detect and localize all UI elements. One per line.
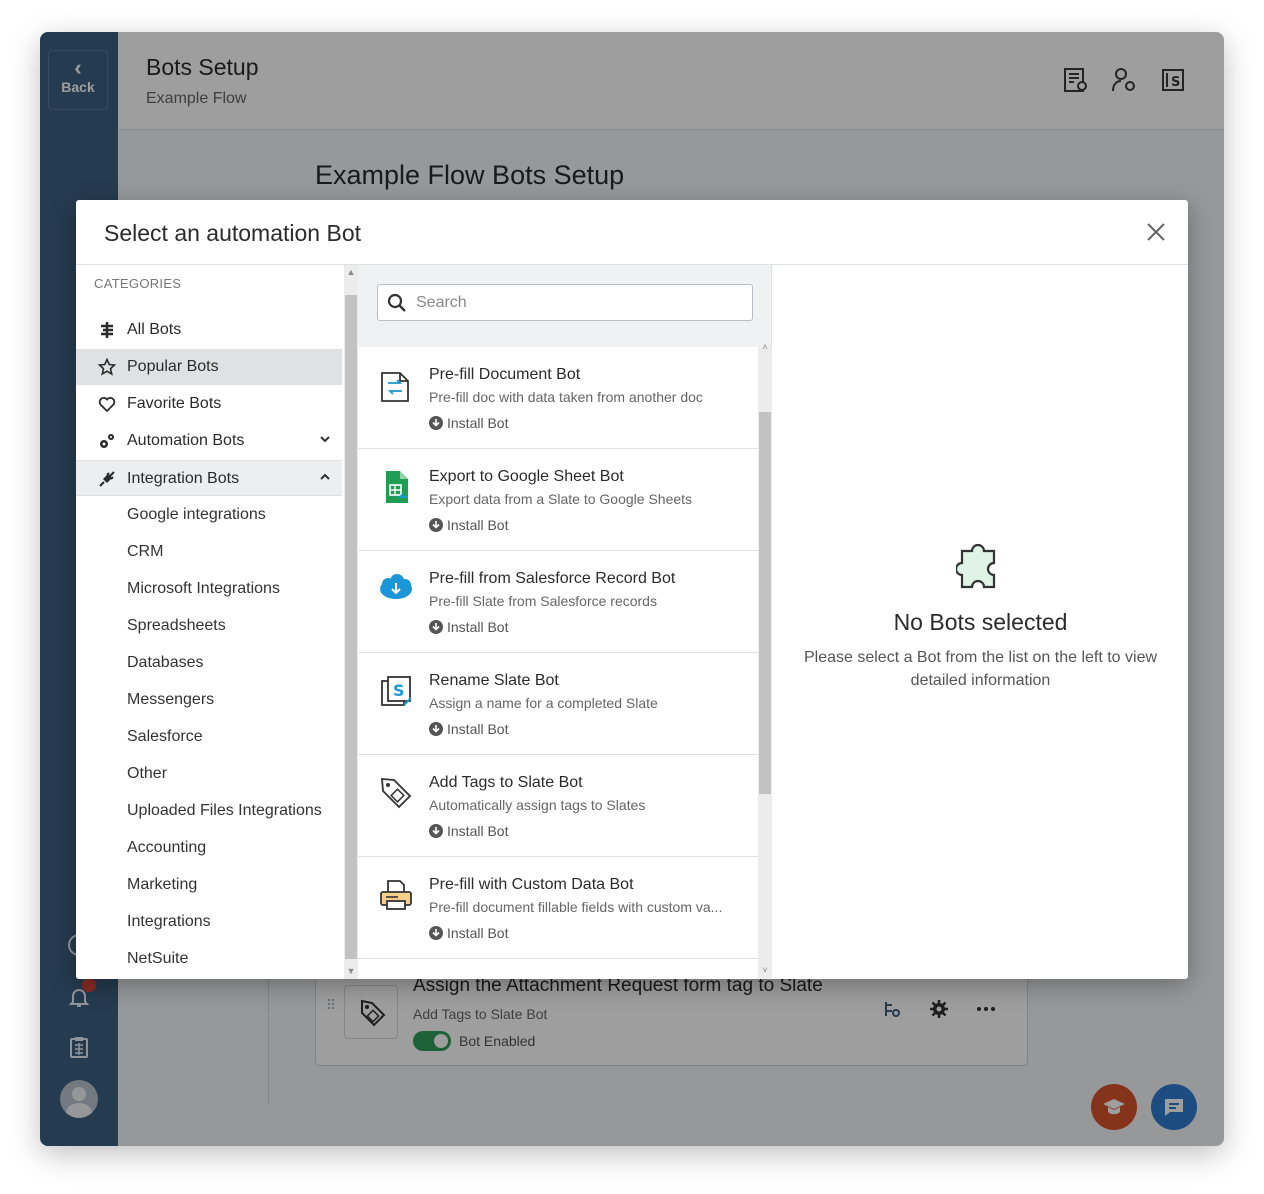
install-bot-button[interactable]: Install Bot (429, 721, 508, 737)
bot-list: Pre-fill Document Bot Pre-fill doc with … (358, 347, 758, 979)
category-all-bots[interactable]: All Bots (76, 312, 342, 348)
tag-icon (381, 778, 412, 809)
bot-title: Pre-fill from Salesforce Record Bot (429, 570, 676, 587)
heart-icon (98, 397, 116, 413)
download-icon (429, 722, 443, 736)
star-icon (98, 358, 116, 376)
install-bot-button[interactable]: Install Bot (429, 925, 508, 941)
rename-slate-icon: S (381, 676, 412, 706)
download-icon (429, 824, 443, 838)
bot-description: Automatically assign tags to Slates (429, 797, 646, 813)
select-bot-modal: Select an automation Bot CATEGORIES All … (76, 200, 1188, 979)
bot-item-rename-slate[interactable]: S Rename Slate Bot Assign a name for a c… (358, 653, 758, 755)
modal-title: Select an automation Bot (104, 220, 361, 246)
subcategory-salesforce[interactable]: Salesforce (127, 728, 203, 746)
bot-title: Export to Google Sheet Bot (429, 468, 624, 485)
salesforce-cloud-icon (380, 574, 412, 599)
bot-item-prefill-salesforce[interactable]: Pre-fill from Salesforce Record Bot Pre-… (358, 551, 758, 653)
subcategory-marketing[interactable]: Marketing (127, 876, 197, 894)
bot-item-add-tags[interactable]: Add Tags to Slate Bot Automatically assi… (358, 755, 758, 857)
close-icon[interactable] (1146, 222, 1166, 242)
bot-item-prefill-document[interactable]: Pre-fill Document Bot Pre-fill doc with … (358, 347, 758, 449)
subcategory-messengers[interactable]: Messengers (127, 691, 214, 709)
download-icon (429, 416, 443, 430)
category-automation-bots[interactable]: Automation Bots (76, 423, 342, 459)
bot-title: Pre-fill with Custom Data Bot (429, 876, 634, 893)
subcategory-accounting[interactable]: Accounting (127, 839, 206, 857)
install-bot-button[interactable]: Install Bot (429, 619, 508, 635)
scroll-down-icon[interactable]: ˅ (758, 965, 772, 975)
download-icon (429, 926, 443, 940)
category-label: Automation Bots (127, 432, 245, 449)
search-icon (387, 293, 406, 312)
modal-header: Select an automation Bot (76, 200, 1188, 265)
plug-icon (99, 471, 115, 487)
bot-detail-panel: No Bots selected Please select a Bot fro… (773, 265, 1188, 979)
bot-description: Pre-fill doc with data taken from anothe… (429, 389, 703, 405)
subcategory-crm[interactable]: CRM (127, 543, 163, 561)
category-favorite-bots[interactable]: Favorite Bots (76, 386, 342, 422)
bot-description: Export data from a Slate to Google Sheet… (429, 491, 693, 507)
subcategory-integrations[interactable]: Integrations (127, 913, 211, 931)
subcategory-uploaded-files-integrations[interactable]: Uploaded Files Integrations (127, 802, 322, 820)
categories-heading: CATEGORIES (94, 276, 182, 291)
install-bot-button[interactable]: Install Bot (429, 823, 508, 839)
svg-text:S: S (393, 681, 405, 700)
bot-title: Rename Slate Bot (429, 672, 559, 689)
search-box (377, 284, 753, 321)
download-icon (429, 518, 443, 532)
subcategory-google-integrations[interactable]: Google integrations (127, 506, 266, 524)
search-input[interactable] (416, 291, 736, 315)
bot-item-prefill-custom-data[interactable]: Pre-fill with Custom Data Bot Pre-fill d… (358, 857, 758, 959)
category-integration-bots[interactable]: Integration Bots (76, 460, 342, 496)
google-sheets-icon (386, 471, 408, 503)
scroll-up-icon[interactable]: ▲ (344, 267, 358, 277)
download-icon (429, 620, 443, 634)
category-label: Popular Bots (127, 358, 219, 375)
category-label: Integration Bots (127, 470, 240, 487)
subcategory-spreadsheets[interactable]: Spreadsheets (127, 617, 226, 635)
bot-description: Pre-fill Slate from Salesforce records (429, 593, 657, 609)
detail-title: No Bots selected (893, 609, 1068, 635)
bot-description: Assign a name for a completed Slate (429, 695, 658, 711)
subcategory-netsuite[interactable]: NetSuite (127, 950, 188, 968)
bot-item-export-google-sheet[interactable]: Export to Google Sheet Bot Export data f… (358, 449, 758, 551)
chevron-down-icon (320, 436, 330, 443)
bot-title: Pre-fill Document Bot (429, 366, 581, 383)
puzzle-icon (956, 543, 996, 589)
category-label: Favorite Bots (127, 395, 222, 412)
scroll-up-icon[interactable]: ˄ (758, 342, 772, 352)
subcategory-microsoft-integrations[interactable]: Microsoft Integrations (127, 580, 280, 598)
printer-icon (380, 880, 412, 910)
install-bot-button[interactable]: Install Bot (429, 415, 508, 431)
bot-title: Add Tags to Slate Bot (429, 774, 583, 791)
document-transfer-icon (381, 372, 409, 402)
bot-description: Pre-fill document fillable fields with c… (429, 899, 723, 915)
gears-icon (100, 434, 114, 448)
categories-panel: CATEGORIES All Bots Popular Bots Favorit… (76, 265, 344, 979)
bots-icon (101, 322, 113, 338)
bot-list-scroll-thumb[interactable] (759, 412, 771, 794)
subcategory-databases[interactable]: Databases (127, 654, 204, 672)
bot-list-panel: Pre-fill Document Bot Pre-fill doc with … (358, 265, 772, 979)
category-label: All Bots (127, 321, 182, 338)
subcategory-other[interactable]: Other (127, 765, 167, 783)
chevron-up-icon (320, 473, 330, 480)
scroll-down-icon[interactable]: ▼ (344, 966, 358, 976)
categories-scroll-thumb[interactable] (345, 295, 357, 959)
install-bot-button[interactable]: Install Bot (429, 517, 508, 533)
category-popular-bots[interactable]: Popular Bots (76, 349, 342, 385)
detail-description: Please select a Bot from the list on the… (803, 649, 1158, 689)
